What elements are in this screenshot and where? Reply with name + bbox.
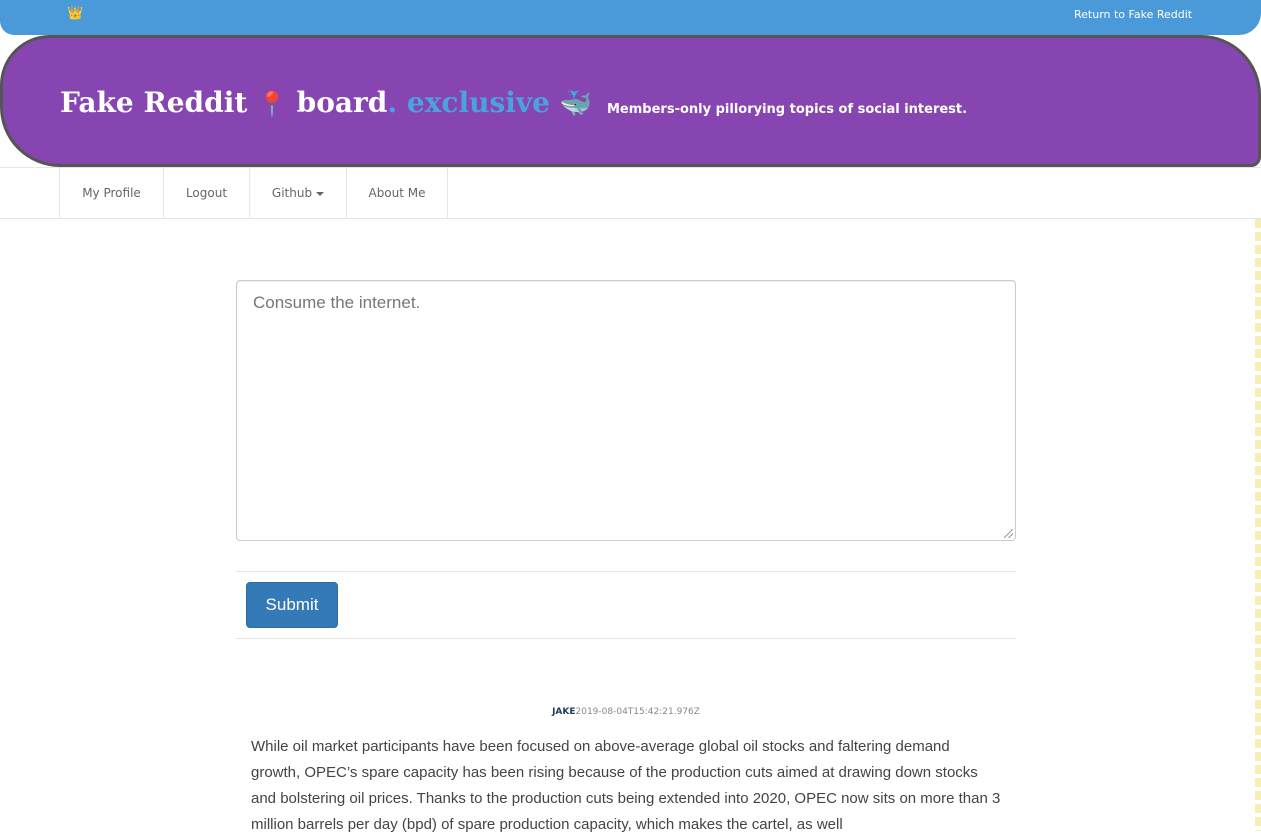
- whale-icon: 🐳: [559, 89, 593, 119]
- brand-exclusive: . exclusive: [387, 86, 550, 119]
- decorative-dotted-strip: [1255, 219, 1261, 831]
- nav-logout[interactable]: Logout: [163, 168, 249, 218]
- submit-row: Submit: [236, 571, 1016, 639]
- nav-github-label: Github: [271, 186, 313, 200]
- main-nav: My Profile Logout Github About Me: [0, 167, 1261, 219]
- nav-about-me[interactable]: About Me: [346, 168, 448, 218]
- pin-icon: 📍: [257, 89, 287, 118]
- crown-icon: 👑: [67, 6, 84, 21]
- post-meta: JAKE2019-08-04T15:42:21.976Z: [236, 705, 1016, 719]
- post-textarea[interactable]: [236, 280, 1016, 541]
- site-header: Fake Reddit 📍 board. exclusive 🐳 Members…: [0, 35, 1261, 167]
- post-timestamp: 2019-08-04T15:42:21.976Z: [575, 707, 700, 717]
- chevron-down-icon: [316, 191, 325, 196]
- resize-handle-icon[interactable]: [1004, 529, 1013, 538]
- nav-my-profile[interactable]: My Profile: [59, 168, 163, 218]
- submit-button[interactable]: Submit: [246, 582, 338, 628]
- top-bar: 👑 Return to Fake Reddit: [0, 0, 1261, 35]
- post-author[interactable]: JAKE: [552, 707, 575, 717]
- post-body: While oil market participants have been …: [251, 738, 1001, 833]
- brand-name: Fake Reddit: [60, 86, 248, 119]
- nav-github-dropdown[interactable]: Github: [249, 168, 346, 218]
- brand-board: board: [296, 86, 388, 119]
- return-to-fake-reddit-link[interactable]: Return to Fake Reddit: [1074, 8, 1192, 22]
- site-brand[interactable]: Fake Reddit 📍 board. exclusive 🐳: [60, 85, 592, 122]
- site-tagline: Members-only pillorying topics of social…: [607, 102, 968, 117]
